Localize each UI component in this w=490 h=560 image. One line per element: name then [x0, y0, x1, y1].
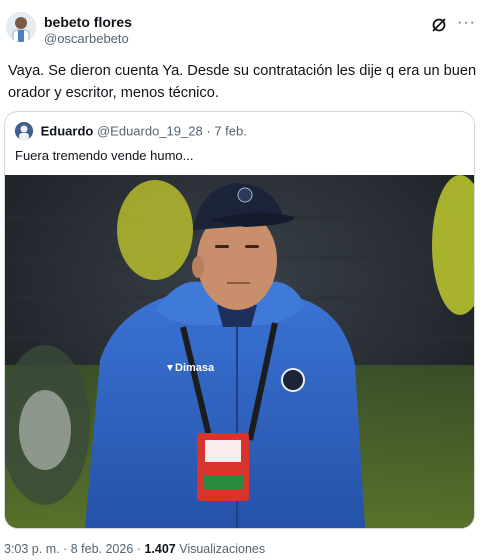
quoted-author-avatar[interactable]: [15, 122, 33, 140]
tweet-text: Vaya. Se dieron cuenta Ya. Desde su cont…: [8, 63, 477, 101]
tweet-header: bebeto flores @oscarbebeto ···: [6, 12, 480, 52]
quoted-date[interactable]: 7 feb.: [214, 124, 247, 139]
author-handle[interactable]: @oscarbebeto: [44, 30, 132, 48]
quoted-tweet-text: Fuera tremendo vende humo...: [15, 148, 194, 163]
quoted-separator: ·: [206, 123, 211, 139]
quoted-tweet-photo[interactable]: Dimasa: [5, 175, 474, 528]
footer-separator-1: ·: [63, 542, 68, 556]
jacket-brand-text: Dimasa: [175, 362, 215, 374]
author-display-name[interactable]: bebeto flores: [44, 14, 132, 30]
author-avatar-image: [6, 12, 36, 42]
views-count: 1.407: [144, 542, 176, 556]
tweet-footer: 3:03 p. m. · 8 feb. 2026 · 1.407 Visuali…: [4, 542, 265, 556]
footer-separator-2: ·: [136, 542, 141, 556]
grok-icon[interactable]: [430, 16, 448, 34]
quoted-tweet-card[interactable]: Eduardo @Eduardo_19_28 · 7 feb. Fuera tr…: [4, 111, 475, 529]
more-options-icon[interactable]: ···: [457, 14, 476, 32]
quoted-tweet-header: Eduardo @Eduardo_19_28 · 7 feb.: [15, 122, 247, 142]
coach-photo: Dimasa: [5, 175, 474, 528]
tweet-date[interactable]: 8 feb. 2026: [71, 542, 134, 556]
quoted-author-handle[interactable]: @Eduardo_19_28: [97, 124, 203, 139]
author-names: bebeto flores @oscarbebeto: [44, 14, 132, 48]
tweet-time[interactable]: 3:03 p. m.: [4, 542, 60, 556]
quoted-author-display-name[interactable]: Eduardo: [41, 124, 94, 139]
author-avatar[interactable]: [6, 12, 36, 42]
views-label: Visualizaciones: [179, 542, 266, 556]
